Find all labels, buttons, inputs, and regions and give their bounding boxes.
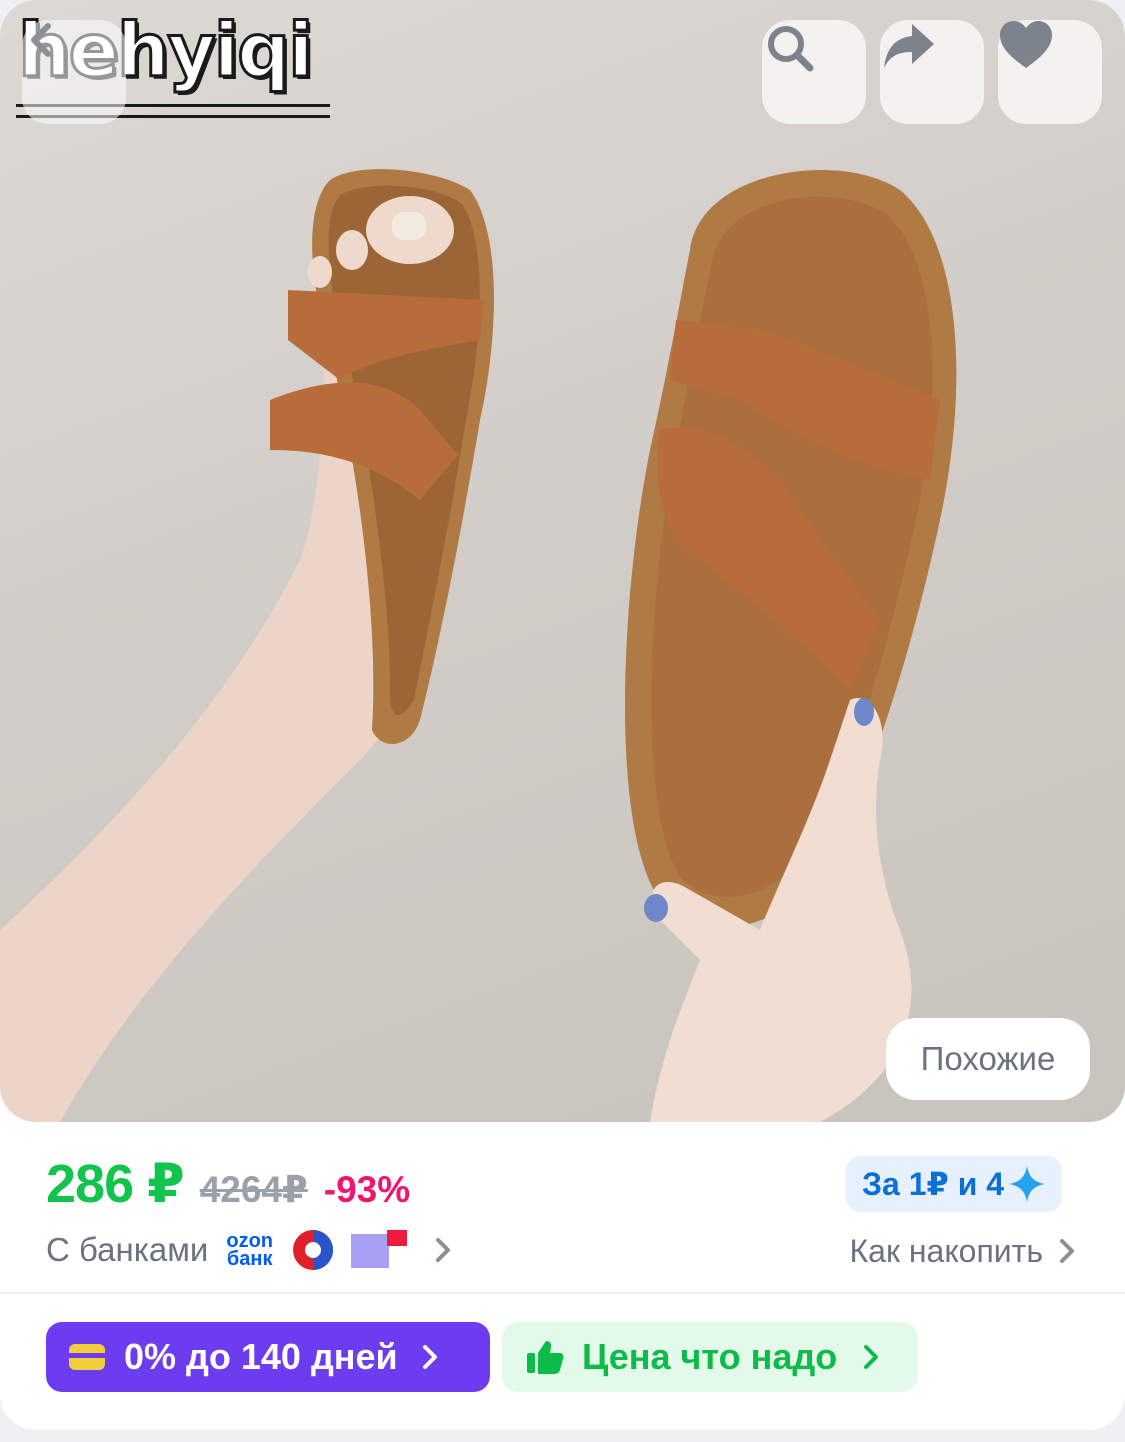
divider: [0, 1292, 1125, 1294]
bank-offers-link[interactable]: С банками ozon банк: [46, 1222, 453, 1278]
ozon-bank-logo-bottom: банк: [226, 1248, 273, 1270]
share-button[interactable]: [880, 20, 984, 124]
search-button[interactable]: [762, 20, 866, 124]
price-row: 286 ₽ 4264₽ -93%: [46, 1152, 410, 1222]
ozon-bank-logo: ozon банк: [226, 1231, 273, 1270]
thumbs-up-icon: [526, 1339, 564, 1375]
sandal-photo-illustration: [0, 169, 957, 1122]
sparkle-icon: [1008, 1165, 1046, 1203]
product-card: hehyiqi Похожие 286 ₽ 4264₽ -93% С банка…: [0, 0, 1125, 1430]
installment-label: 0% до 140 дней: [124, 1336, 398, 1377]
chevron-right-icon: [420, 1343, 440, 1371]
similar-products-button[interactable]: Похожие: [886, 1018, 1090, 1100]
favorite-button[interactable]: [998, 20, 1102, 124]
banks-label: С банками: [46, 1231, 209, 1268]
chevron-right-icon: [861, 1343, 881, 1371]
chevron-right-icon: [1057, 1237, 1077, 1265]
sber-bank-logo-icon: [351, 1230, 409, 1270]
how-to-accumulate-label: Как накопить: [849, 1232, 1043, 1269]
points-badge-label: За 1₽ и 4: [862, 1166, 1005, 1202]
discount-badge: -93%: [323, 1169, 411, 1210]
chevron-right-icon: [433, 1236, 453, 1264]
fair-price-button[interactable]: Цена что надо: [502, 1322, 918, 1392]
bank-logo-icon: [291, 1228, 335, 1272]
back-button[interactable]: [22, 20, 126, 124]
points-badge[interactable]: За 1₽ и 4: [846, 1156, 1063, 1212]
card-icon: [68, 1342, 106, 1372]
fair-price-label: Цена что надо: [582, 1336, 838, 1377]
product-image[interactable]: hehyiqi Похожие: [0, 0, 1125, 1122]
how-to-accumulate-link[interactable]: Как накопить: [850, 1226, 1077, 1276]
installment-button[interactable]: 0% до 140 дней: [46, 1322, 490, 1392]
current-price: 286 ₽: [46, 1154, 185, 1214]
old-price: 4264₽: [199, 1169, 308, 1210]
